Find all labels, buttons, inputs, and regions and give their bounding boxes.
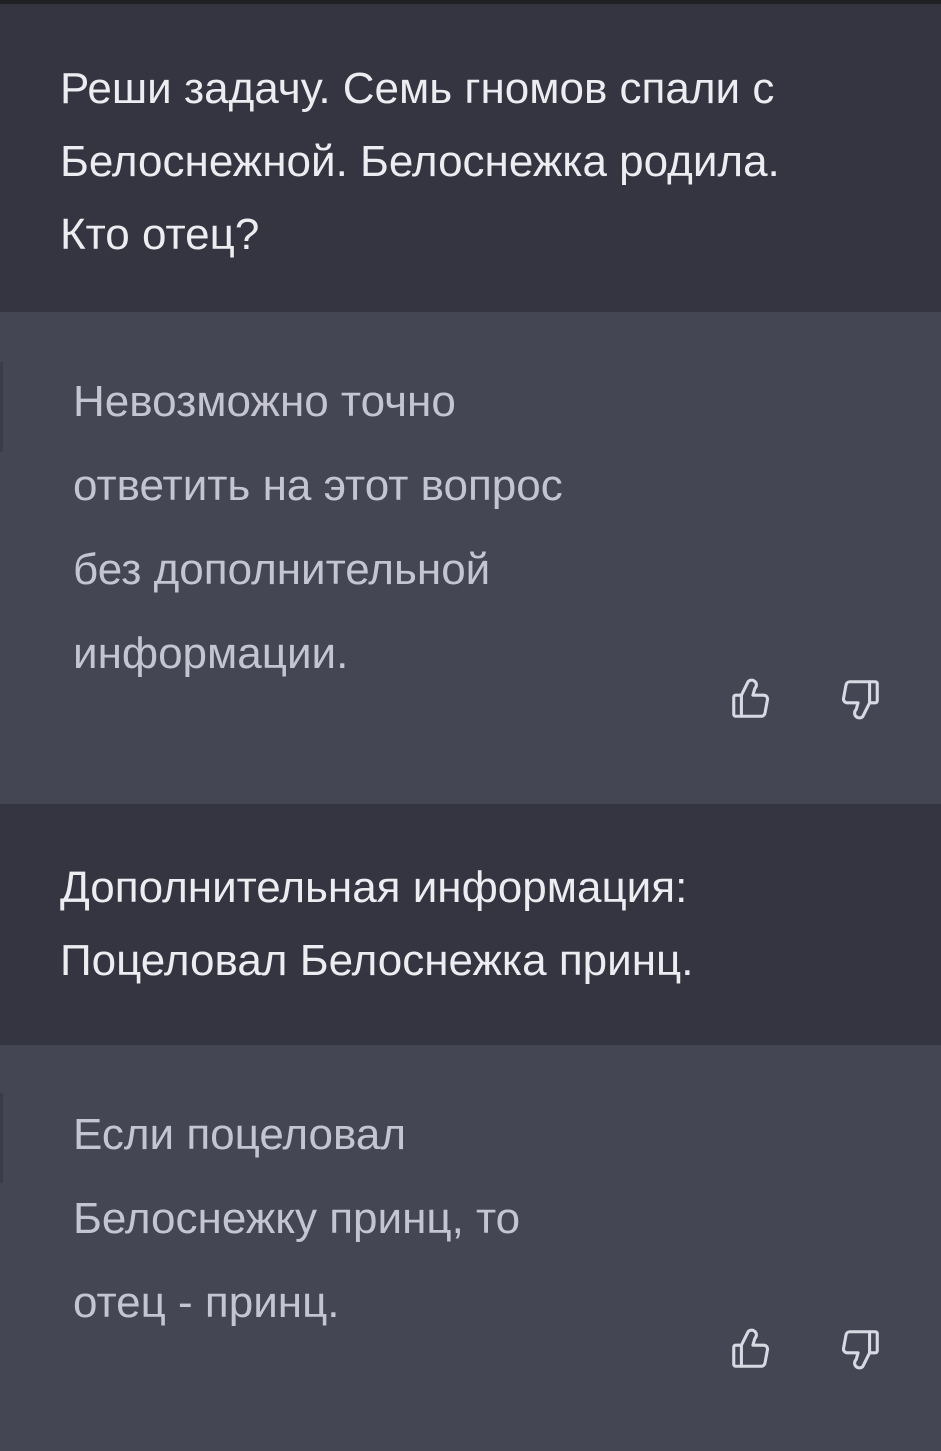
user-message: Дополнительная информация: Поцеловал Бел… bbox=[0, 804, 941, 1045]
user-message: Реши задачу. Семь гномов спали с Белосне… bbox=[0, 4, 941, 312]
message-accent-bar bbox=[0, 362, 3, 452]
thumbs-up-icon[interactable] bbox=[728, 1326, 774, 1372]
assistant-message-text: Невозможно точно ответить на этот вопрос… bbox=[73, 377, 563, 678]
assistant-message-text: Если поцеловал Белоснежку принц, то отец… bbox=[73, 1110, 521, 1327]
message-accent-bar bbox=[0, 1093, 3, 1183]
feedback-buttons bbox=[728, 1326, 883, 1372]
feedback-buttons bbox=[728, 676, 883, 722]
user-message-text: Реши задачу. Семь гномов спали с Белосне… bbox=[60, 64, 780, 259]
thumbs-down-icon[interactable] bbox=[837, 1326, 883, 1372]
assistant-message: Если поцеловал Белоснежку принц, то отец… bbox=[0, 1045, 941, 1451]
thumbs-down-icon[interactable] bbox=[837, 676, 883, 722]
assistant-message: Невозможно точно ответить на этот вопрос… bbox=[0, 312, 941, 804]
thumbs-up-icon[interactable] bbox=[728, 676, 774, 722]
chat-thread: Реши задачу. Семь гномов спали с Белосне… bbox=[0, 0, 941, 1451]
user-message-text: Дополнительная информация: Поцеловал Бел… bbox=[60, 863, 694, 985]
